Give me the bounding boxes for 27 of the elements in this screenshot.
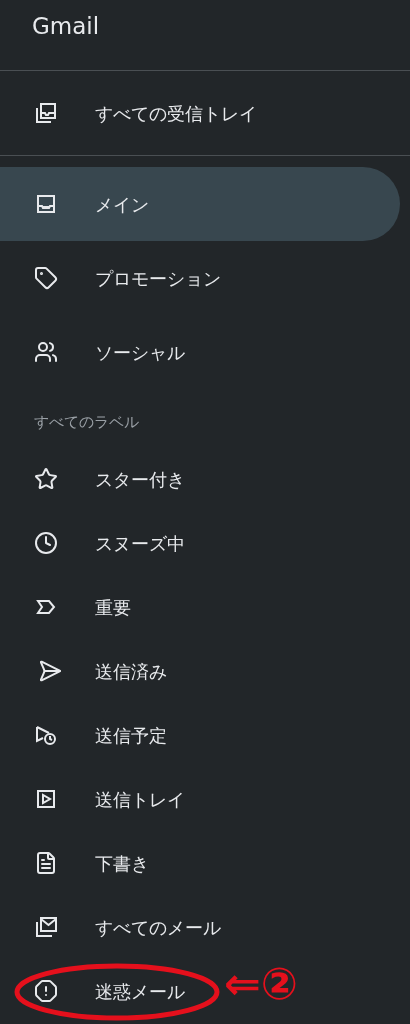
- section-heading: すべてのラベル: [34, 411, 139, 433]
- alert-icon: [34, 979, 58, 1003]
- folder-item[interactable]: 送信予定: [0, 703, 175, 767]
- annotation-mark: ⇐②: [224, 962, 299, 1006]
- outbox-icon: [34, 787, 58, 811]
- folder-item[interactable]: 送信トレイ: [0, 767, 193, 831]
- inbox-icon: [34, 192, 58, 216]
- folder-item[interactable]: 重要: [0, 575, 139, 639]
- stacked-mail-icon: [34, 915, 58, 939]
- folder-item[interactable]: 下書き: [0, 831, 157, 895]
- folder-item[interactable]: スター付き: [0, 447, 193, 511]
- folder-item[interactable]: スヌーズ中: [0, 511, 193, 575]
- send-clock-icon: [34, 723, 58, 747]
- folder-item[interactable]: メイン: [0, 167, 400, 241]
- folder-item[interactable]: ソーシャル: [0, 315, 193, 389]
- star-icon: [34, 467, 58, 491]
- clock-icon: [34, 531, 58, 555]
- folder-item[interactable]: プロモーション: [0, 241, 229, 315]
- app-title: Gmail: [32, 11, 100, 41]
- tag-icon: [34, 266, 58, 290]
- stacked-inbox-icon: [34, 101, 58, 125]
- people-icon: [34, 340, 58, 364]
- all-inboxes-item[interactable]: すべての受信トレイ: [0, 71, 410, 155]
- folder-item[interactable]: すべてのメール: [0, 895, 229, 959]
- document-icon: [34, 851, 58, 875]
- folder-item[interactable]: 送信済み: [0, 639, 175, 703]
- folder-item[interactable]: 迷惑メール: [0, 959, 193, 1023]
